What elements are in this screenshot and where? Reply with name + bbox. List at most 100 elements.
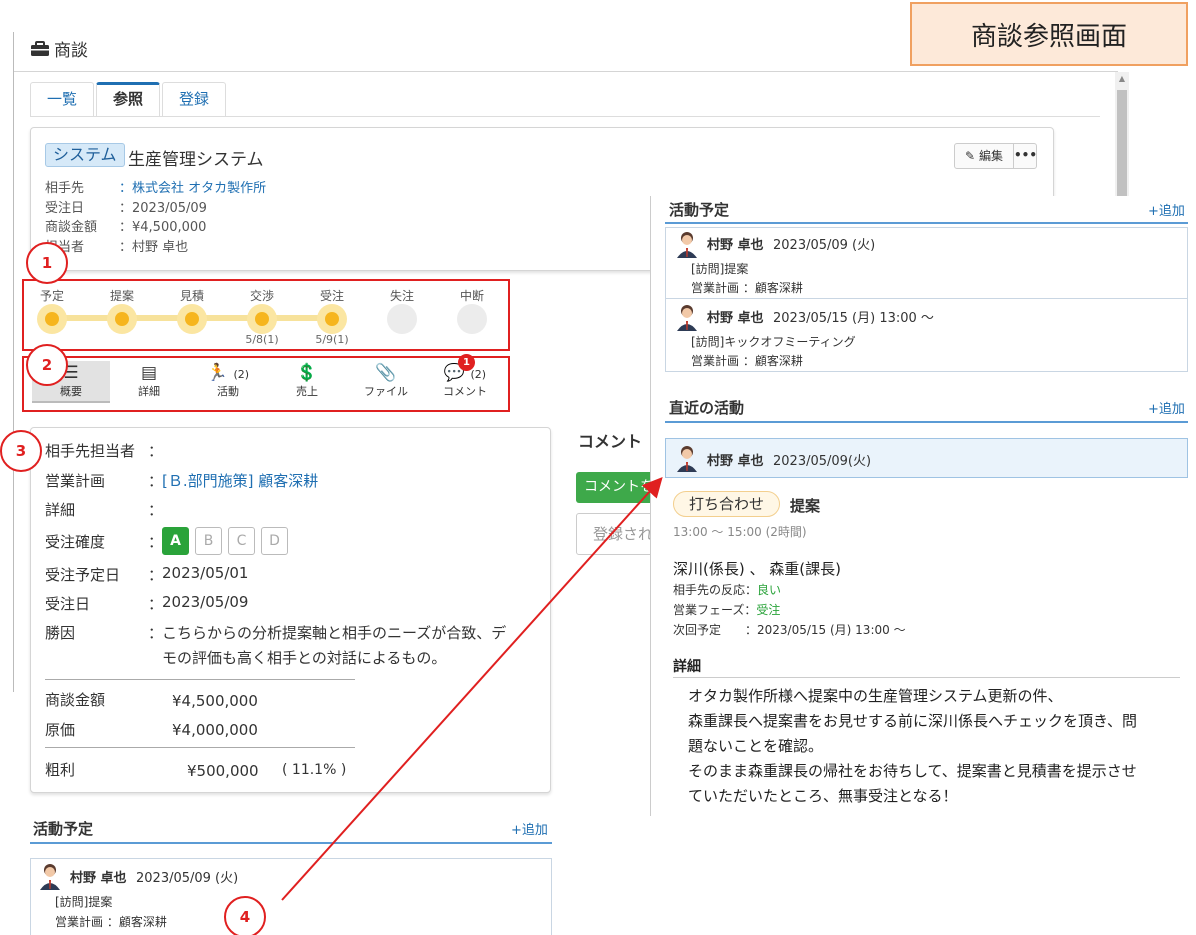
icon-tab-files[interactable]: 📎 ファイル bbox=[347, 361, 425, 403]
plan-link[interactable]: [Ｂ.部門施策] 顧客深耕 bbox=[162, 470, 318, 491]
schedule-date: 2023/05/15 (月) 13:00 ～ bbox=[773, 311, 934, 326]
schedule-type: [訪問]キックオフミーティング bbox=[691, 335, 856, 349]
grade-label: 受注確度 bbox=[45, 533, 106, 551]
schedule-plan: 営業計画 ：顧客深耕 bbox=[691, 281, 803, 295]
colon: ： bbox=[148, 501, 164, 519]
schedule-divider bbox=[30, 842, 552, 844]
client-link[interactable]: ：株式会社 オタカ製作所 bbox=[119, 181, 266, 196]
schedule-plan: 営業計画 ：顧客深耕 bbox=[55, 915, 167, 929]
icon-tab-label: コメント bbox=[443, 385, 487, 398]
phase-label: 提案 bbox=[109, 289, 134, 303]
colon: ： bbox=[148, 566, 164, 584]
right-schedule-title: 活動予定 bbox=[669, 201, 730, 219]
win-reason-line: モの評価も高く相手との対話によるもの。 bbox=[162, 649, 447, 667]
annotation-title: 商談参照画面 bbox=[910, 2, 1188, 66]
category-badge: システム bbox=[45, 143, 125, 167]
schedule-plan: 営業計画 ：顧客深耕 bbox=[691, 354, 803, 368]
expected-date-label: 受注予定日 bbox=[45, 566, 121, 584]
activity-detail-divider bbox=[673, 677, 1180, 678]
amount-value: ¥4,500,000 bbox=[172, 692, 258, 710]
page-title-text: 商談 bbox=[54, 41, 88, 61]
icon-tab-label: 売上 bbox=[296, 385, 318, 398]
cost-label: 原価 bbox=[45, 721, 76, 739]
icon-tab-detail[interactable]: ▤ 詳細 bbox=[110, 361, 188, 403]
phase-dot-suspended[interactable] bbox=[457, 304, 487, 334]
edit-button[interactable]: ✎ 編集 bbox=[954, 143, 1014, 169]
running-icon: 🏃 bbox=[206, 363, 229, 383]
grade-d-button[interactable]: D bbox=[261, 527, 288, 555]
phase-dot-proposal[interactable] bbox=[107, 304, 137, 334]
recent-person: 村野 卓也 bbox=[707, 454, 764, 469]
schedule-title: 活動予定 bbox=[33, 820, 94, 838]
amount-label: 商談金額 bbox=[45, 691, 106, 709]
colon: ： bbox=[148, 624, 164, 642]
recent-date: 2023/05/09(火) bbox=[773, 454, 872, 469]
phase-dot-negotiation[interactable] bbox=[247, 304, 277, 334]
main-tabs: 一覧 参照 登録 bbox=[30, 82, 227, 116]
more-menu-button[interactable]: ••• bbox=[1013, 143, 1037, 169]
phase-dot-order[interactable] bbox=[317, 304, 347, 334]
info-row-order-date: 受注日 ：2023/05/09 bbox=[45, 201, 207, 216]
tabs-divider bbox=[30, 116, 1100, 117]
paperclip-icon: 📎 bbox=[375, 363, 397, 383]
phase-label: 受注 bbox=[319, 289, 344, 303]
detail-divider bbox=[45, 747, 355, 748]
scroll-up-arrow-icon[interactable]: ▲ bbox=[1116, 74, 1128, 84]
phase-label: 予定 bbox=[39, 289, 64, 303]
icon-tab-sales[interactable]: 💲 売上 bbox=[268, 361, 346, 403]
icon-tab-label: 活動 bbox=[217, 385, 239, 398]
colon: ： bbox=[148, 595, 164, 613]
activity-type-badge: 打ち合わせ bbox=[673, 491, 781, 517]
detail-label: 詳細 bbox=[45, 501, 76, 519]
add-activity-link[interactable]: +追加 bbox=[1148, 398, 1185, 417]
info-row-amount: 商談金額 ：¥4,500,000 bbox=[45, 220, 207, 235]
phase-label: 見積 bbox=[179, 289, 204, 303]
colon: ： bbox=[148, 442, 164, 460]
tab-view[interactable]: 参照 bbox=[96, 82, 161, 116]
right-schedule-divider bbox=[665, 222, 1188, 224]
expected-date-value: 2023/05/01 bbox=[162, 564, 249, 582]
phase-date: 5/8(1) bbox=[245, 333, 279, 346]
win-reason-label: 勝因 bbox=[45, 624, 76, 642]
avatar bbox=[677, 232, 697, 258]
icon-tab-activity[interactable]: 🏃 (2) 活動 bbox=[189, 361, 267, 403]
right-add-schedule-link[interactable]: +追加 bbox=[1148, 200, 1185, 219]
briefcase-icon bbox=[31, 40, 49, 56]
add-schedule-link[interactable]: +追加 bbox=[511, 819, 548, 838]
detail-divider bbox=[45, 679, 355, 680]
activity-subject: 提案 bbox=[790, 497, 821, 515]
cost-value: ¥4,000,000 bbox=[172, 721, 258, 739]
grade-a-button[interactable]: A bbox=[162, 527, 189, 555]
annotation-marker-4: 4 bbox=[224, 896, 266, 935]
order-date-label: 受注日 bbox=[45, 595, 91, 613]
clipboard-icon: ▤ bbox=[140, 363, 158, 383]
annotation-marker-2: 2 bbox=[26, 344, 68, 386]
profit-value: ¥500,000 bbox=[187, 762, 259, 780]
phase-dot-estimate[interactable] bbox=[177, 304, 207, 334]
recent-activity-title: 直近の活動 bbox=[669, 399, 745, 417]
activity-detail-title: 詳細 bbox=[673, 659, 701, 675]
scrollbar-thumb[interactable] bbox=[1117, 90, 1127, 198]
contact-label: 相手先担当者 bbox=[45, 442, 136, 460]
grade-c-button[interactable]: C bbox=[228, 527, 255, 555]
comment-empty-box: 登録されたコメントはありません bbox=[576, 513, 656, 555]
write-comment-button[interactable]: コメントを書く bbox=[576, 472, 656, 503]
info-row-client: 相手先 ：株式会社 オタカ製作所 bbox=[45, 181, 267, 196]
deal-name: 生産管理システム bbox=[128, 150, 264, 170]
comment-notification-badge: 1 bbox=[458, 354, 475, 371]
avatar bbox=[677, 446, 697, 472]
icon-tab-label: 詳細 bbox=[138, 385, 160, 398]
tab-list[interactable]: 一覧 bbox=[30, 82, 95, 116]
phase-row: 営業フェーズ：受注 bbox=[673, 603, 781, 617]
tab-register[interactable]: 登録 bbox=[162, 82, 227, 116]
phase-dot-plan[interactable] bbox=[37, 304, 67, 334]
order-date-value: 2023/05/09 bbox=[162, 593, 249, 611]
activity-detail-text: オタカ製作所様へ提案中の生産管理システム更新の件、 森重課長へ提案書をお見せする… bbox=[688, 687, 1137, 805]
phase-dot-lost[interactable] bbox=[387, 304, 417, 334]
schedule-person: 村野 卓也 bbox=[70, 871, 127, 886]
icon-tab-label: ファイル bbox=[364, 385, 408, 398]
phase-label: 交渉 bbox=[249, 289, 274, 303]
grade-b-button[interactable]: B bbox=[195, 527, 222, 555]
activity-count: (2) bbox=[233, 368, 250, 381]
profit-rate: ( 11.1% ) bbox=[282, 762, 347, 778]
